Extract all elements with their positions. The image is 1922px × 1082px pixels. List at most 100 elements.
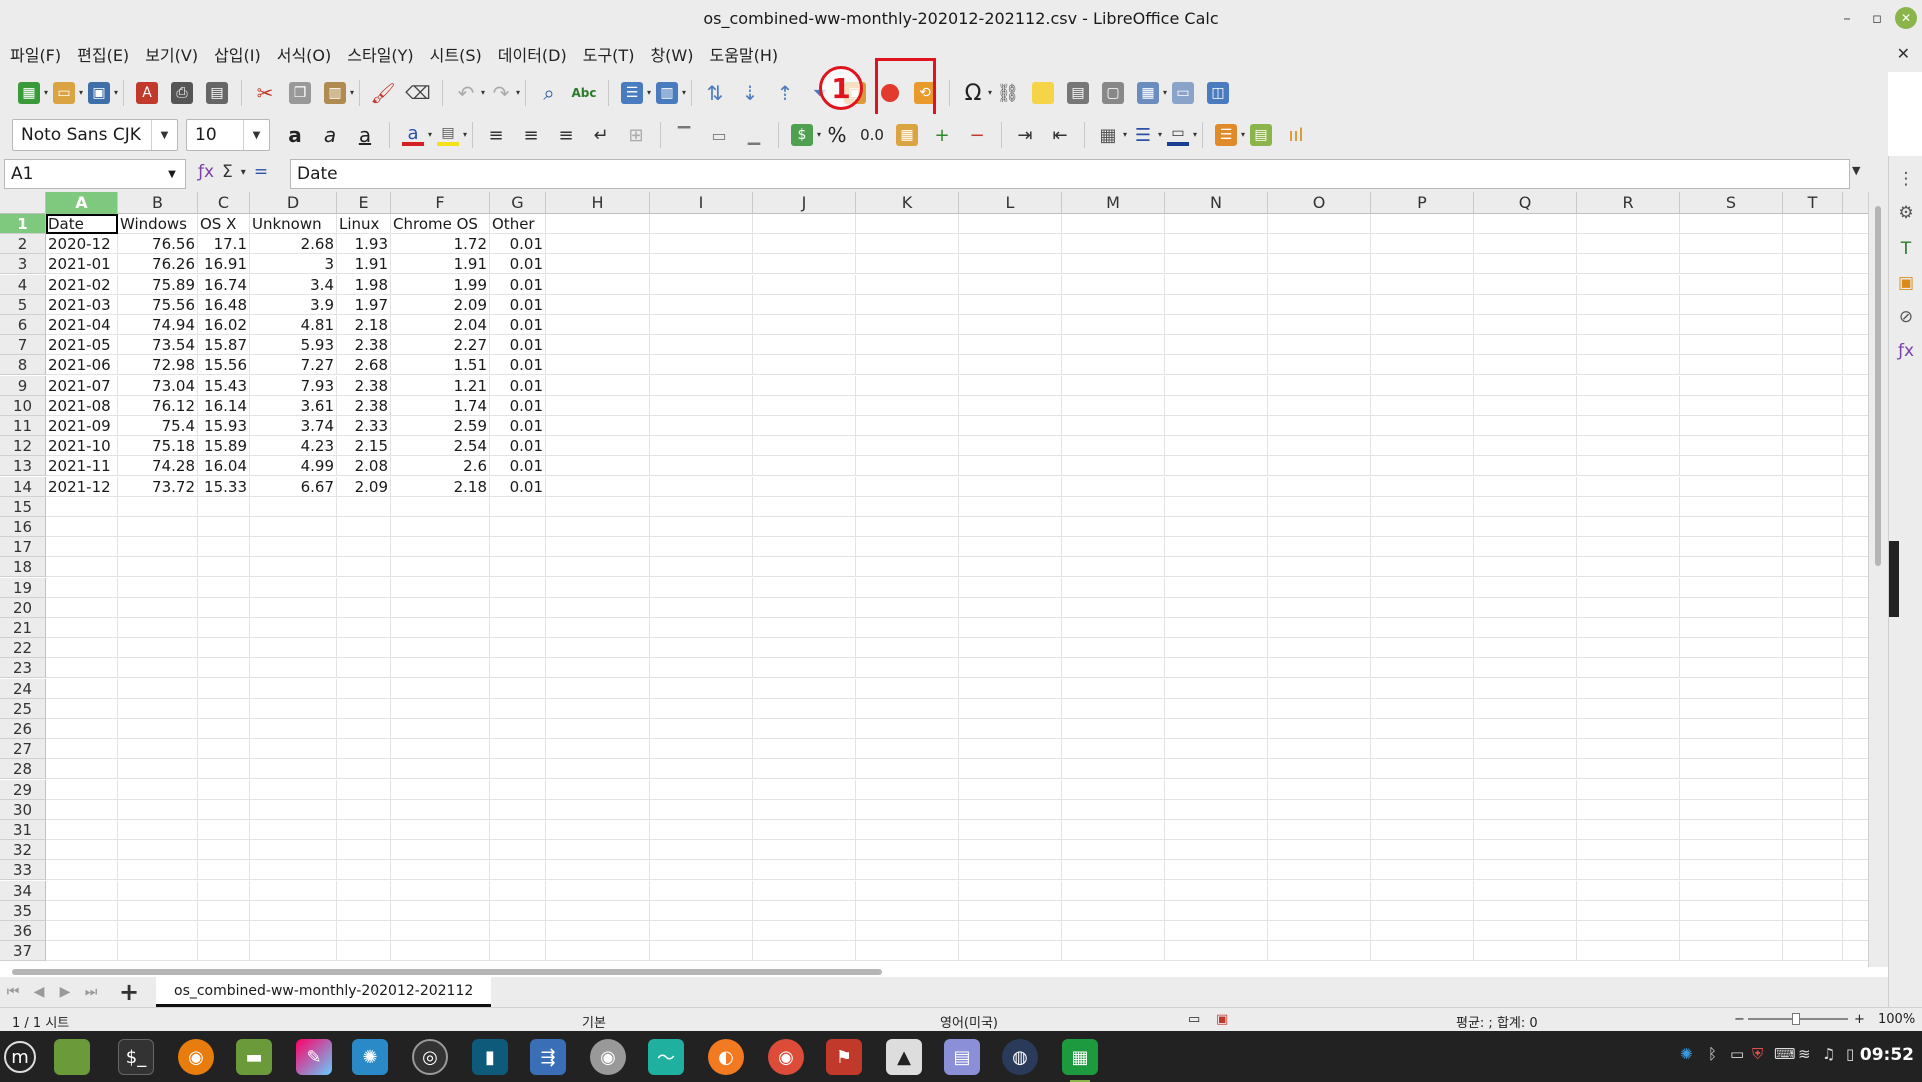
- cell-d31[interactable]: [250, 820, 337, 840]
- cell-j8[interactable]: [753, 355, 856, 375]
- cell-s24[interactable]: [1680, 679, 1783, 699]
- cell-b2[interactable]: 76.56: [118, 234, 198, 254]
- cell-e8[interactable]: 2.68: [337, 355, 391, 375]
- menu-insert[interactable]: 삽입(I): [214, 42, 261, 66]
- cell-r16[interactable]: [1577, 517, 1680, 537]
- cell-e16[interactable]: [337, 517, 391, 537]
- cell-q25[interactable]: [1474, 699, 1577, 719]
- row-header[interactable]: 15: [0, 497, 46, 517]
- cell-k18[interactable]: [856, 557, 959, 577]
- cell-e25[interactable]: [337, 699, 391, 719]
- cell-b23[interactable]: [118, 658, 198, 678]
- copy-button[interactable]: ❐: [283, 77, 317, 109]
- cell-p31[interactable]: [1371, 820, 1474, 840]
- cell-m18[interactable]: [1062, 557, 1165, 577]
- first-sheet-icon[interactable]: ⏮: [0, 984, 26, 1000]
- minimize-icon[interactable]: –: [1836, 7, 1858, 29]
- cell-g36[interactable]: [490, 921, 546, 941]
- cell-e14[interactable]: 2.09: [337, 477, 391, 497]
- cell-k32[interactable]: [856, 840, 959, 860]
- cell-n28[interactable]: [1165, 759, 1268, 779]
- cell-s35[interactable]: [1680, 901, 1783, 921]
- cell-p5[interactable]: [1371, 295, 1474, 315]
- cell-l14[interactable]: [959, 477, 1062, 497]
- cell-e6[interactable]: 2.18: [337, 315, 391, 335]
- cell-l2[interactable]: [959, 234, 1062, 254]
- cell-h24[interactable]: [546, 679, 650, 699]
- cell-g2[interactable]: 0.01: [490, 234, 546, 254]
- cell-i20[interactable]: [650, 598, 753, 618]
- cell-n32[interactable]: [1165, 840, 1268, 860]
- cell-b35[interactable]: [118, 901, 198, 921]
- cell-a9[interactable]: 2021-07: [46, 376, 118, 396]
- cell-p35[interactable]: [1371, 901, 1474, 921]
- cell-f37[interactable]: [391, 941, 490, 961]
- cell-p21[interactable]: [1371, 618, 1474, 638]
- cell-n36[interactable]: [1165, 921, 1268, 941]
- cell-p25[interactable]: [1371, 699, 1474, 719]
- cell-b3[interactable]: 76.26: [118, 254, 198, 274]
- row-header[interactable]: 17: [0, 537, 46, 557]
- cell-p33[interactable]: [1371, 860, 1474, 880]
- cell-c36[interactable]: [198, 921, 250, 941]
- cell-j1[interactable]: [753, 214, 856, 234]
- cell-g17[interactable]: [490, 537, 546, 557]
- cell-b28[interactable]: [118, 759, 198, 779]
- cell-b21[interactable]: [118, 618, 198, 638]
- cell-r36[interactable]: [1577, 921, 1680, 941]
- cell-s20[interactable]: [1680, 598, 1783, 618]
- cell-i7[interactable]: [650, 335, 753, 355]
- cell-i28[interactable]: [650, 759, 753, 779]
- cell-m15[interactable]: [1062, 497, 1165, 517]
- cell-r28[interactable]: [1577, 759, 1680, 779]
- cell-i12[interactable]: [650, 436, 753, 456]
- cell-m34[interactable]: [1062, 881, 1165, 901]
- cell-q29[interactable]: [1474, 780, 1577, 800]
- cell-r19[interactable]: [1577, 578, 1680, 598]
- cell-r32[interactable]: [1577, 840, 1680, 860]
- cell-n9[interactable]: [1165, 376, 1268, 396]
- sort-descending-button[interactable]: ⇡: [768, 77, 802, 109]
- define-print-area-button[interactable]: ▢: [1096, 77, 1130, 109]
- app-launcher-icon[interactable]: ⇶: [530, 1039, 566, 1075]
- cell-s26[interactable]: [1680, 719, 1783, 739]
- cell-i6[interactable]: [650, 315, 753, 335]
- cell-s28[interactable]: [1680, 759, 1783, 779]
- row-header[interactable]: 31: [0, 820, 46, 840]
- cell-g31[interactable]: [490, 820, 546, 840]
- cell-c13[interactable]: 16.04: [198, 456, 250, 476]
- column-header-s[interactable]: S: [1680, 192, 1783, 214]
- cell-g3[interactable]: 0.01: [490, 254, 546, 274]
- show-desktop-icon[interactable]: [54, 1039, 90, 1075]
- cell-f32[interactable]: [391, 840, 490, 860]
- cell-e2[interactable]: 1.93: [337, 234, 391, 254]
- cell-i25[interactable]: [650, 699, 753, 719]
- cell-d4[interactable]: 3.4: [250, 275, 337, 295]
- cell-e1[interactable]: Linux: [337, 214, 391, 234]
- cell-k2[interactable]: [856, 234, 959, 254]
- cell-g37[interactable]: [490, 941, 546, 961]
- cell-d32[interactable]: [250, 840, 337, 860]
- cell-a24[interactable]: [46, 679, 118, 699]
- zoom-out-icon[interactable]: −: [1734, 1012, 1745, 1027]
- cell-e11[interactable]: 2.33: [337, 416, 391, 436]
- libreoffice-calc-taskbar-icon[interactable]: ▦: [1062, 1039, 1098, 1082]
- cell-i24[interactable]: [650, 679, 753, 699]
- cell-j23[interactable]: [753, 658, 856, 678]
- cell-l37[interactable]: [959, 941, 1062, 961]
- cell-c32[interactable]: [198, 840, 250, 860]
- cell-i15[interactable]: [650, 497, 753, 517]
- cell-c33[interactable]: [198, 860, 250, 880]
- function-wizard-icon[interactable]: ƒx: [198, 162, 214, 184]
- cell-i3[interactable]: [650, 254, 753, 274]
- cell-r33[interactable]: [1577, 860, 1680, 880]
- row-header[interactable]: 25: [0, 699, 46, 719]
- cell-t35[interactable]: [1783, 901, 1843, 921]
- cell-n22[interactable]: [1165, 638, 1268, 658]
- cell-f13[interactable]: 2.6: [391, 456, 490, 476]
- cell-i5[interactable]: [650, 295, 753, 315]
- formula-input[interactable]: Date: [290, 159, 1850, 189]
- navigator-icon[interactable]: ⊘: [1893, 304, 1919, 330]
- cell-f33[interactable]: [391, 860, 490, 880]
- select-all-corner[interactable]: [0, 192, 46, 214]
